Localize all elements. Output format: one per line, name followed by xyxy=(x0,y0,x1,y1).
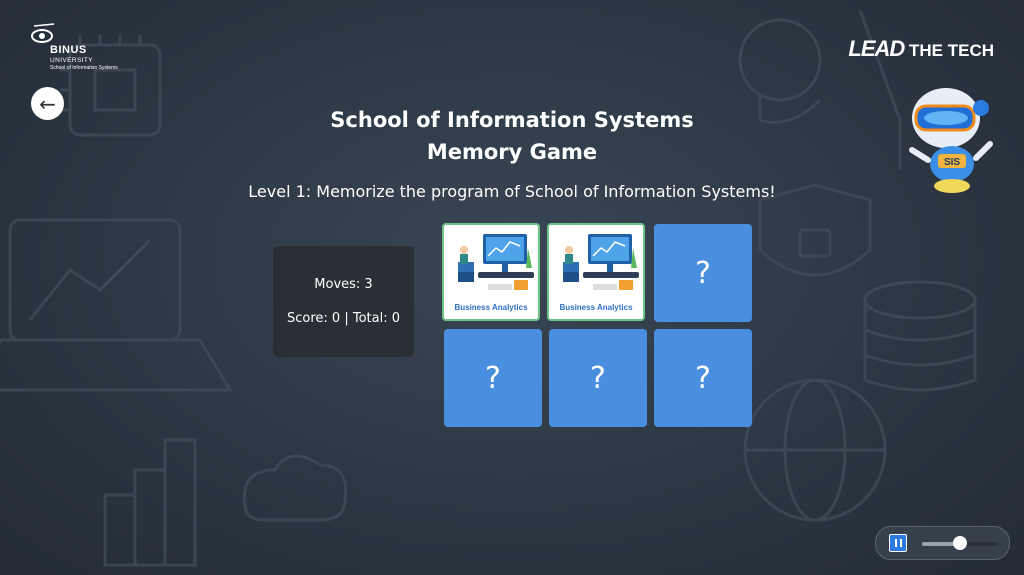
business-analytics-illustration-icon xyxy=(563,234,639,290)
memory-card-hidden[interactable]: ? xyxy=(549,329,647,427)
card-question-mark: ? xyxy=(695,255,711,291)
pause-icon-bar xyxy=(900,539,902,547)
pause-button[interactable] xyxy=(889,534,907,552)
memory-card-revealed[interactable]: Business Analytics xyxy=(547,223,645,321)
card-question-mark: ? xyxy=(485,360,501,396)
stats-panel: Moves: 3 Score: 0 | Total: 0 xyxy=(273,246,414,357)
game-title: School of Information Systems xyxy=(330,108,694,132)
card-label: Business Analytics xyxy=(559,303,633,312)
memory-card-hidden[interactable]: ? xyxy=(654,329,752,427)
memory-card-hidden[interactable]: ? xyxy=(654,224,752,322)
binus-logo: BINUS UNIVERSITY School of Information S… xyxy=(30,22,120,80)
tagline-rest: THE TECH xyxy=(909,41,994,60)
logo-brand: BINUS xyxy=(50,44,87,56)
logo-university: UNIVERSITY xyxy=(50,57,94,64)
business-analytics-illustration-icon xyxy=(458,234,534,290)
logo-school: School of Information Systems xyxy=(50,65,118,71)
card-question-mark: ? xyxy=(590,360,606,396)
score-counter: Score: 0 | Total: 0 xyxy=(287,311,400,326)
game-subtitle: Memory Game xyxy=(426,140,598,164)
tagline: LEAD THE TECH xyxy=(848,36,994,62)
pause-icon xyxy=(895,539,897,547)
tagline-lead: LEAD xyxy=(848,36,905,61)
binus-emblem-icon xyxy=(31,23,55,43)
card-label: Business Analytics xyxy=(454,303,528,312)
robot-mascot-icon: SIS xyxy=(909,88,993,193)
memory-card-hidden[interactable]: ? xyxy=(444,329,542,427)
audio-player xyxy=(875,526,1010,560)
level-instruction: Level 1: Memorize the program of School … xyxy=(248,182,776,201)
volume-slider-thumb[interactable] xyxy=(952,536,967,550)
card-question-mark: ? xyxy=(695,360,711,396)
memory-card-revealed[interactable]: Business Analytics xyxy=(442,223,540,321)
moves-counter: Moves: 3 xyxy=(314,277,373,292)
